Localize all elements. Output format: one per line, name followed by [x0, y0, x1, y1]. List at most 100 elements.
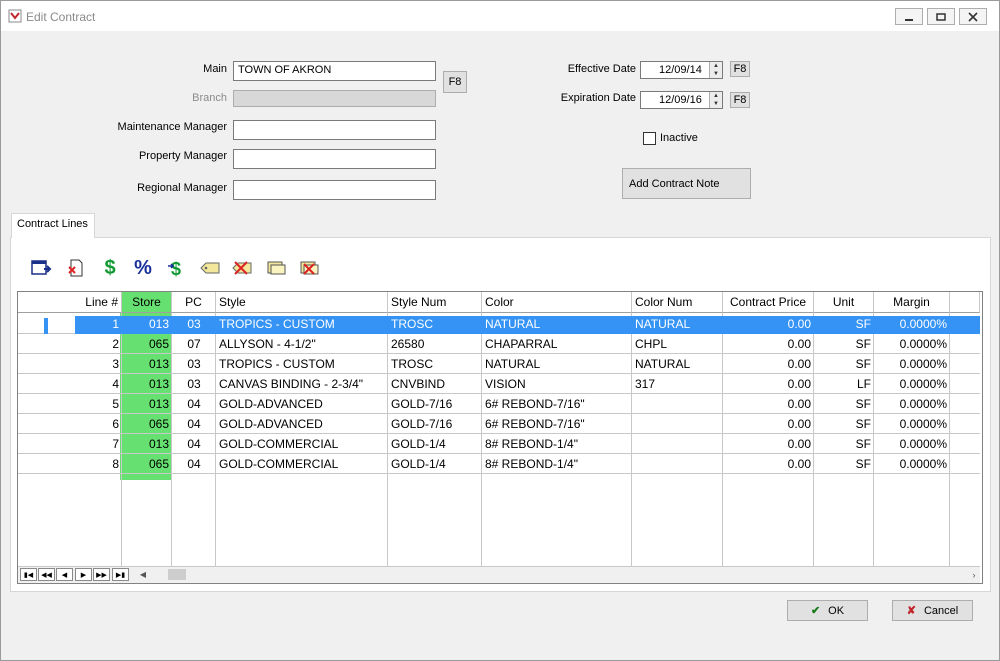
add-contract-note-button[interactable]: Add Contract Note [622, 168, 751, 199]
inactive-checkbox[interactable] [643, 132, 656, 145]
cell-color[interactable]: 6# REBOND-7/16" [482, 414, 632, 434]
dollar-icon[interactable]: $ [99, 257, 121, 279]
cell-unit[interactable]: SF [814, 314, 874, 334]
expiration-date-spinner[interactable]: ▲ ▼ [709, 92, 722, 108]
spin-up-icon[interactable]: ▲ [710, 62, 722, 70]
next-page-button[interactable]: ▶▶ [93, 568, 110, 581]
cell-store[interactable]: 013 [122, 314, 172, 334]
dollar-arrow-icon[interactable]: $ [165, 257, 187, 279]
cell-style-num[interactable]: CNVBIND [388, 374, 482, 394]
cell-margin[interactable]: 0.0000% [874, 454, 950, 474]
regional-manager-field[interactable] [233, 180, 436, 200]
cell-store[interactable]: 013 [122, 354, 172, 374]
expiration-date-field[interactable]: 12/09/16 ▲ ▼ [640, 91, 723, 109]
cell-contract-price[interactable]: 0.00 [723, 434, 814, 454]
cell-style-num[interactable]: GOLD-1/4 [388, 454, 482, 474]
cell-store[interactable]: 065 [122, 414, 172, 434]
next-record-button[interactable]: ▶ [75, 568, 92, 581]
tag-delete-icon[interactable] [231, 257, 253, 279]
cell-style-num[interactable]: 26580 [388, 334, 482, 354]
cell-color-num[interactable] [632, 454, 723, 474]
horizontal-scrollbar-thumb[interactable] [168, 569, 186, 580]
cell-color-num[interactable] [632, 394, 723, 414]
spin-down-icon[interactable]: ▼ [710, 100, 722, 108]
column-header-line[interactable]: Line # [18, 292, 122, 313]
cell-contract-price[interactable]: 0.00 [723, 314, 814, 334]
column-header-style-num[interactable]: Style Num [388, 292, 482, 313]
cell-contract-price[interactable]: 0.00 [723, 374, 814, 394]
cell-margin[interactable]: 0.0000% [874, 334, 950, 354]
cell-unit[interactable]: SF [814, 434, 874, 454]
cell-unit[interactable]: LF [814, 374, 874, 394]
scroll-right-icon[interactable]: › [968, 567, 980, 582]
cell-margin[interactable]: 0.0000% [874, 314, 950, 334]
cell-line[interactable]: 7 [18, 434, 122, 454]
note-delete-icon[interactable] [298, 257, 320, 279]
first-record-button[interactable]: ▮◀ [20, 568, 37, 581]
spin-down-icon[interactable]: ▼ [710, 70, 722, 78]
cell-line[interactable]: 3 [18, 354, 122, 374]
column-header-contract-price[interactable]: Contract Price [723, 292, 814, 313]
cell-style[interactable]: GOLD-ADVANCED [216, 394, 388, 414]
cell-color[interactable]: 8# REBOND-1/4" [482, 454, 632, 474]
maximize-button[interactable] [927, 8, 955, 25]
cell-line[interactable]: 8 [18, 454, 122, 474]
scroll-left-icon[interactable]: ◀ [134, 567, 152, 582]
cell-color[interactable]: 6# REBOND-7/16" [482, 394, 632, 414]
cell-style[interactable]: GOLD-ADVANCED [216, 414, 388, 434]
cell-line[interactable]: 5 [18, 394, 122, 414]
cell-line[interactable]: 4 [18, 374, 122, 394]
effective-date-field[interactable]: 12/09/14 ▲ ▼ [640, 61, 723, 79]
spin-up-icon[interactable]: ▲ [710, 92, 722, 100]
cell-line[interactable]: 6 [18, 414, 122, 434]
cell-color-num[interactable]: NATURAL [632, 314, 723, 334]
cell-contract-price[interactable]: 0.00 [723, 454, 814, 474]
cell-margin[interactable]: 0.0000% [874, 374, 950, 394]
minimize-button[interactable] [895, 8, 923, 25]
table-row[interactable]: 2 065 07 ALLYSON - 4-1/2" 26580 CHAPARRAL CHPL… [18, 334, 980, 354]
cell-pc[interactable]: 03 [172, 354, 216, 374]
cell-style[interactable]: CANVAS BINDING - 2-3/4" [216, 374, 388, 394]
main-field[interactable]: TOWN OF AKRON [233, 61, 436, 81]
cell-contract-price[interactable]: 0.00 [723, 354, 814, 374]
cell-margin[interactable]: 0.0000% [874, 434, 950, 454]
table-row[interactable]: 3 013 03 TROPICS - CUSTOM TROSC NATURAL NATURA… [18, 354, 980, 374]
column-header-margin[interactable]: Margin [874, 292, 950, 313]
cell-color[interactable]: 8# REBOND-1/4" [482, 434, 632, 454]
delete-doc-icon[interactable] [65, 257, 87, 279]
property-manager-field[interactable] [233, 149, 436, 169]
cell-store[interactable]: 065 [122, 454, 172, 474]
tab-contract-lines[interactable]: Contract Lines [11, 213, 95, 238]
cell-line[interactable]: 1 [18, 314, 122, 334]
close-button[interactable] [959, 8, 987, 25]
cell-pc[interactable]: 04 [172, 414, 216, 434]
column-header-style[interactable]: Style [216, 292, 388, 313]
cell-style[interactable]: GOLD-COMMERCIAL [216, 434, 388, 454]
effective-date-f8-button[interactable]: F8 [730, 61, 750, 77]
cell-style[interactable]: ALLYSON - 4-1/2" [216, 334, 388, 354]
cell-style-num[interactable]: GOLD-7/16 [388, 414, 482, 434]
cancel-button[interactable]: ✘ Cancel [892, 600, 973, 621]
cell-contract-price[interactable]: 0.00 [723, 334, 814, 354]
table-row[interactable]: 1 013 03 TROPICS - CUSTOM TROSC NATURAL NATURA… [18, 314, 980, 334]
cell-margin[interactable]: 0.0000% [874, 394, 950, 414]
cell-unit[interactable]: SF [814, 414, 874, 434]
maintenance-manager-field[interactable] [233, 120, 436, 140]
table-row[interactable]: 7 013 04 GOLD-COMMERCIAL GOLD-1/4 8# REBOND-1… [18, 434, 980, 454]
cell-color[interactable]: NATURAL [482, 354, 632, 374]
cell-style[interactable]: GOLD-COMMERCIAL [216, 454, 388, 474]
effective-date-spinner[interactable]: ▲ ▼ [709, 62, 722, 78]
cell-store[interactable]: 013 [122, 434, 172, 454]
cell-style-num[interactable]: TROSC [388, 354, 482, 374]
cell-store[interactable]: 013 [122, 374, 172, 394]
cell-pc[interactable]: 04 [172, 454, 216, 474]
table-row[interactable]: 8 065 04 GOLD-COMMERCIAL GOLD-1/4 8# REBOND-1… [18, 454, 980, 474]
cell-line[interactable]: 2 [18, 334, 122, 354]
cell-unit[interactable]: SF [814, 354, 874, 374]
cell-pc[interactable]: 04 [172, 394, 216, 414]
cell-pc[interactable]: 03 [172, 314, 216, 334]
cell-color[interactable]: CHAPARRAL [482, 334, 632, 354]
cell-color-num[interactable]: NATURAL [632, 354, 723, 374]
cell-margin[interactable]: 0.0000% [874, 414, 950, 434]
table-row[interactable]: 5 013 04 GOLD-ADVANCED GOLD-7/16 6# REBOND-7/… [18, 394, 980, 414]
